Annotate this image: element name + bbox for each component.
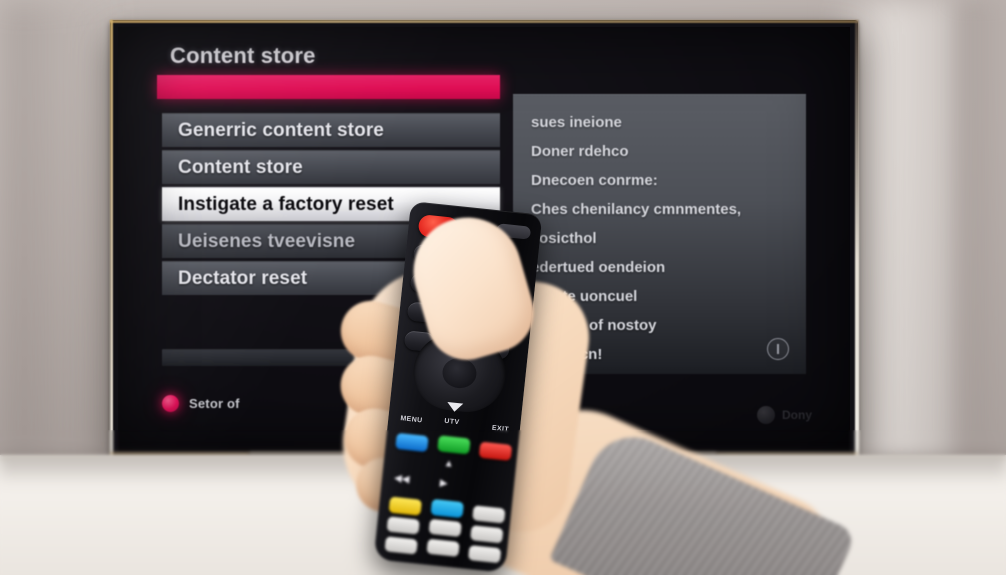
tv-bezel-left-highlight bbox=[110, 20, 113, 460]
grey-button[interactable] bbox=[472, 505, 506, 524]
menu-item-content-store[interactable]: Content store bbox=[162, 150, 500, 184]
hand-holding-remote: MENU UTV EXIT ▲ ◀◀ ▶ bbox=[300, 195, 857, 575]
play-icon[interactable]: ▶ bbox=[439, 478, 448, 490]
wall-shadow-left bbox=[0, 0, 120, 470]
grey-button[interactable] bbox=[384, 536, 418, 555]
room-scene: Content store Generric content store Con… bbox=[0, 0, 1006, 575]
rewind-icon[interactable]: ◀◀ bbox=[394, 473, 410, 486]
page-title: Content store bbox=[170, 43, 316, 68]
chevron-up-icon[interactable]: ▲ bbox=[443, 458, 454, 470]
red-button[interactable] bbox=[478, 441, 513, 461]
dpad-ok-button[interactable] bbox=[440, 356, 478, 390]
grey-button[interactable] bbox=[386, 516, 420, 535]
menu-item-label: Dectator reset bbox=[178, 267, 308, 289]
exit-button-label: EXIT bbox=[491, 424, 510, 434]
wall-corner bbox=[955, 0, 1006, 470]
blue-button[interactable] bbox=[395, 432, 429, 453]
menu-item-label: Generric content store bbox=[178, 119, 384, 141]
chevron-down-icon bbox=[446, 401, 464, 413]
info-line: Doner rdehco bbox=[531, 143, 629, 160]
tv-bezel-right-highlight bbox=[855, 20, 859, 460]
tv-bezel-top-highlight bbox=[110, 20, 858, 23]
status-dot-icon bbox=[162, 395, 179, 412]
info-line: sues ineione bbox=[531, 114, 622, 131]
green-button[interactable] bbox=[437, 435, 471, 455]
menu-button-label: MENU bbox=[400, 415, 423, 425]
info-line: Dnecoen conrme: bbox=[531, 172, 658, 189]
yellow-button[interactable] bbox=[388, 496, 423, 516]
grey-button[interactable] bbox=[470, 525, 504, 544]
menu-item-generic-content-store[interactable]: Generric content store bbox=[162, 113, 500, 147]
grey-button[interactable] bbox=[467, 545, 502, 564]
accent-bar bbox=[157, 75, 500, 99]
status-bar: Setor of bbox=[162, 395, 240, 412]
status-label: Setor of bbox=[189, 396, 240, 411]
cyan-button[interactable] bbox=[430, 498, 464, 519]
menu-item-label: Content store bbox=[178, 156, 303, 178]
grey-button[interactable] bbox=[428, 518, 462, 538]
utv-button-label: UTV bbox=[443, 417, 460, 427]
grey-button[interactable] bbox=[426, 538, 460, 557]
